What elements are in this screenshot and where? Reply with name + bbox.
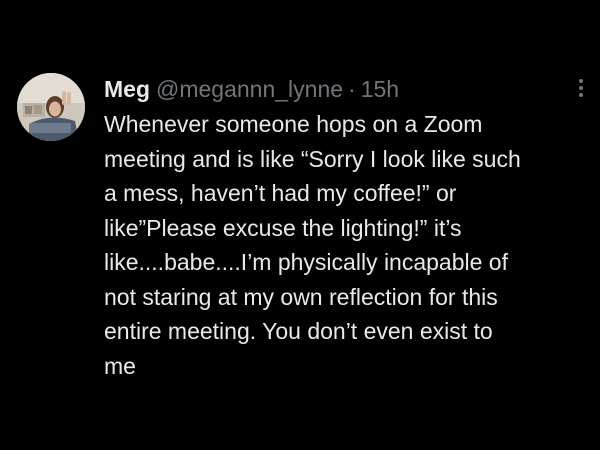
separator-dot: · (348, 76, 356, 102)
tweet: Meg @megannn_lynne · 15h Whenever someone h… (0, 0, 600, 450)
more-dot (579, 86, 583, 90)
timestamp[interactable]: 15h (361, 76, 399, 102)
tweet-header: Meg @megannn_lynne · 15h (104, 70, 399, 108)
more-dot (579, 93, 583, 97)
more-dot (579, 79, 583, 83)
tweet-text: Whenever someone hops on a Zoom meeting … (104, 111, 521, 379)
display-name[interactable]: Meg (104, 76, 150, 102)
more-vertical-icon[interactable] (570, 76, 592, 104)
user-handle[interactable]: @megannn_lynne (156, 76, 343, 102)
avatar[interactable] (17, 73, 85, 141)
avatar-photo (17, 73, 85, 141)
